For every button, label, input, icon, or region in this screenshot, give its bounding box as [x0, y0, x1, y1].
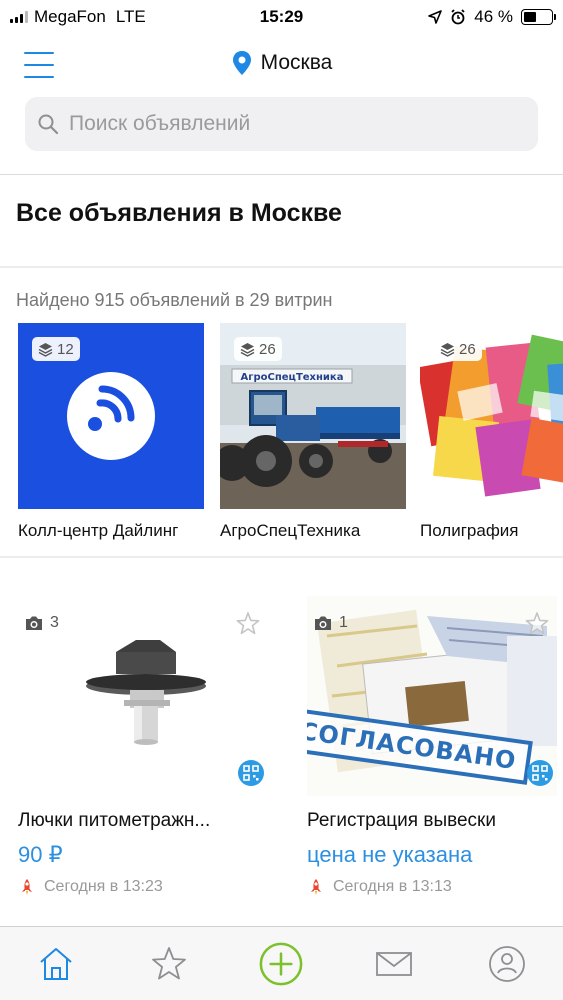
star-icon[interactable] [523, 610, 551, 638]
tab-profile[interactable] [477, 934, 537, 994]
showcase-image: 26 [420, 323, 563, 509]
results-count: Найдено 915 объявлений в 29 витрин [16, 290, 333, 310]
status-bar: MegaFon LTE 15:29 46 % [0, 0, 563, 34]
layers-icon [440, 342, 455, 357]
listing-date: Сегодня в 13:13 [307, 878, 452, 896]
signal-icon [10, 11, 28, 23]
photo-count: 1 [313, 614, 348, 632]
listing-price: 90 ₽ [18, 842, 63, 867]
showcase-card[interactable]: АгроСпецТехника 26 АгроСпецТехника [220, 323, 406, 541]
qr-code-icon[interactable] [238, 760, 264, 786]
photo-count-value: 1 [339, 614, 348, 631]
search-input[interactable]: Поиск объявлений [25, 97, 538, 151]
rocket-icon [22, 879, 32, 895]
battery-icon [521, 9, 556, 25]
listing-price: цена не указана [307, 842, 473, 867]
app-header: Москва [0, 34, 563, 96]
listing-card[interactable]: СОГЛАСОВАНО 1 Регистрация вывески цена н… [307, 596, 557, 896]
listing-date-text: Сегодня в 13:23 [44, 878, 163, 895]
showcase-card[interactable]: 26 Полиграфия [420, 323, 563, 541]
photo-count: 3 [24, 614, 59, 632]
listing-title: Регистрация вывески [307, 810, 496, 831]
layers-icon [38, 342, 53, 357]
city-name: Москва [260, 51, 333, 74]
items-count-badge: 26 [234, 337, 282, 361]
home-icon [40, 947, 72, 980]
battery-percent: 46 % [474, 7, 513, 26]
add-icon [260, 942, 303, 985]
tab-home[interactable] [26, 934, 86, 994]
rocket-icon [311, 879, 321, 895]
items-count-badge: 12 [32, 337, 80, 361]
carrier-name: MegaFon [34, 7, 106, 26]
showcase-card[interactable]: 12 Колл-центр Дайлинг [18, 323, 204, 541]
menu-line [24, 76, 54, 78]
photo-count-value: 3 [50, 614, 59, 631]
location-arrow-icon [428, 10, 443, 24]
tab-bar [0, 926, 563, 1000]
items-count: 26 [459, 340, 476, 358]
camera-icon [315, 616, 331, 630]
listing-image: СОГЛАСОВАНО 1 [307, 596, 557, 796]
city-selector[interactable]: Москва [0, 50, 563, 76]
map-pin-icon [232, 51, 251, 75]
network-type: LTE [115, 7, 146, 26]
listing-image: 3 [18, 596, 268, 796]
star-icon[interactable] [234, 610, 262, 638]
divider [0, 174, 563, 175]
showcase-carousel[interactable]: 12 Колл-центр Дайлинг АгроСпецТехника 26… [18, 323, 563, 548]
search-placeholder: Поиск объявлений [69, 112, 251, 135]
profile-icon [488, 945, 525, 982]
items-count-badge: 26 [434, 337, 482, 361]
divider [0, 556, 563, 558]
tab-favorites[interactable] [139, 934, 199, 994]
star-icon [151, 946, 186, 979]
tab-add[interactable] [251, 934, 311, 994]
showcase-label: Полиграфия [420, 521, 519, 540]
showcase-image: АгроСпецТехника 26 [220, 323, 406, 509]
listing-title: Лючки питометражн... [18, 810, 211, 831]
search-icon [38, 114, 59, 135]
envelope-icon [376, 951, 412, 976]
page-title: Все объявления в Москве [16, 199, 342, 227]
layers-icon [240, 342, 255, 357]
camera-icon [26, 616, 42, 630]
tab-messages[interactable] [364, 934, 424, 994]
showcase-label: АгроСпецТехника [220, 521, 361, 540]
divider [0, 266, 563, 268]
qr-code-icon[interactable] [527, 760, 553, 786]
showcase-label: Колл-центр Дайлинг [18, 521, 179, 540]
listing-card[interactable]: 3 Лючки питометражн... 90 ₽ Сегодня в 13… [18, 596, 268, 896]
tractor-sign: АгроСпецТехника [241, 372, 344, 383]
listing-date: Сегодня в 13:23 [18, 878, 163, 896]
items-count: 12 [57, 340, 74, 358]
showcase-image: 12 [18, 323, 204, 509]
listing-date-text: Сегодня в 13:13 [333, 878, 452, 895]
alarm-icon [451, 9, 465, 25]
items-count: 26 [259, 340, 276, 358]
